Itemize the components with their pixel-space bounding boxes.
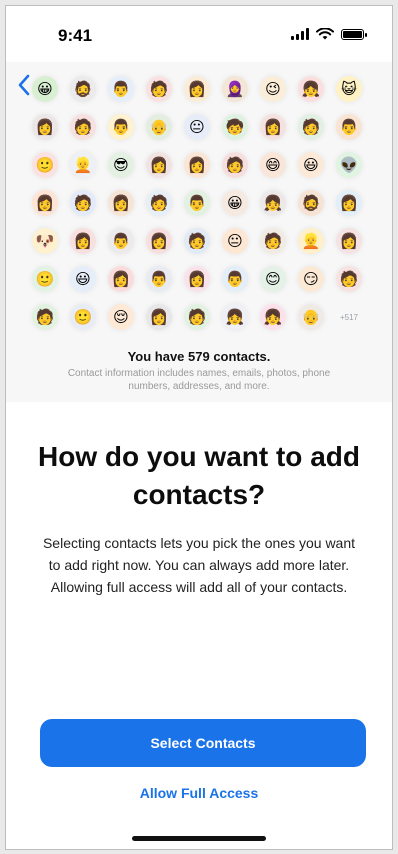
page-description: Selecting contacts lets you pick the one…	[42, 535, 356, 595]
contact-avatar: 🧔	[298, 190, 324, 216]
contact-avatar: 👩	[146, 228, 172, 254]
contacts-info-text: Contact information includes names, emai…	[67, 368, 331, 392]
battery-icon	[341, 28, 367, 40]
contacts-count-label: You have 579 contacts.	[127, 349, 271, 364]
contact-avatar: 👧	[260, 304, 286, 330]
contact-avatar: 👩	[260, 114, 286, 140]
contact-avatar: 🧑	[336, 266, 362, 292]
contact-avatar: 😎	[108, 152, 134, 178]
contact-avatar: 🧑	[222, 152, 248, 178]
contact-avatar: 👨	[222, 266, 248, 292]
contact-avatar: 🙂	[32, 266, 58, 292]
contact-avatar: 👩	[108, 190, 134, 216]
contact-avatar: 👨	[108, 228, 134, 254]
allow-full-access-button[interactable]: Allow Full Access	[6, 785, 392, 801]
contact-avatar: 🧑	[146, 76, 172, 102]
contact-avatar: 👽	[336, 152, 362, 178]
contact-avatar: 👨	[108, 114, 134, 140]
page-title: How do you want to add contacts?	[38, 441, 360, 510]
contact-avatar: 😐	[222, 228, 248, 254]
contact-avatar: 😃	[298, 152, 324, 178]
contact-avatar: 😏	[298, 266, 324, 292]
contact-avatar: 😄	[260, 152, 286, 178]
contacts-header-panel: 😀 🧔 👨 🧑 👩 🧕 😉 👧 😺 👩 🧑 👨 👴 😐 🧒 👩 🧑 👨 🙂 👱 😎 👩 👩 🧑 😄 😃 👽 👩 🧑 👩 🧑 👨 😀 👧 🧔 👩 🐶 👩 👨 👩…	[6, 62, 392, 402]
contact-avatar: 👨	[108, 76, 134, 102]
contact-avatar: 🐶	[32, 228, 58, 254]
contact-avatar: 👴	[298, 304, 324, 330]
wifi-icon	[316, 28, 334, 40]
contact-avatar: 👩	[184, 152, 210, 178]
more-contacts-count: +517	[339, 312, 359, 322]
contact-avatar: 🧑	[146, 190, 172, 216]
contact-avatar: 👧	[260, 190, 286, 216]
contact-avatar: 👩	[32, 114, 58, 140]
contact-avatar: 🧑	[184, 304, 210, 330]
contact-avatar: 👩	[336, 228, 362, 254]
contact-avatar: 👩	[146, 304, 172, 330]
contact-avatar: 👧	[298, 76, 324, 102]
contact-avatar: 😉	[260, 76, 286, 102]
contact-avatar: 🧑	[184, 228, 210, 254]
contact-avatar: 👴	[146, 114, 172, 140]
status-time: 9:41	[58, 26, 93, 45]
status-icons	[291, 28, 367, 40]
contact-avatar: 👩	[146, 152, 172, 178]
contact-avatar: 👩	[32, 190, 58, 216]
contact-avatar: 👨	[184, 190, 210, 216]
contact-avatar: 😐	[184, 114, 210, 140]
contact-avatar: 🧑	[70, 190, 96, 216]
status-bar: 9:41	[6, 6, 392, 62]
contact-avatar: 🧑	[70, 114, 96, 140]
contact-avatar: 👧	[222, 304, 248, 330]
contact-avatar: 👩	[70, 228, 96, 254]
contact-avatar: 🧑	[32, 304, 58, 330]
contact-avatar: 🧒	[222, 114, 248, 140]
contact-avatar: 👨	[336, 114, 362, 140]
phone-screen: 9:41 😀 🧔 👨 🧑 👩 🧕 😉 👧 😺 👩 🧑 👨 👴 😐 🧒 👩 🧑 👨 🙂 👱 😎 👩 👩 🧑 😄 😃 👽 👩 🧑 👩 🧑 👨 😀 👧 🧔…	[5, 5, 393, 850]
contact-avatar: 😊	[260, 266, 286, 292]
contact-avatar: 🧔	[70, 76, 96, 102]
contact-avatar: 🧑	[298, 114, 324, 140]
contact-avatar: 🧕	[222, 76, 248, 102]
home-indicator[interactable]	[132, 836, 266, 841]
contact-avatar: 👩	[108, 266, 134, 292]
contact-avatar: 👱	[70, 152, 96, 178]
contact-avatar: 😀	[32, 76, 58, 102]
select-contacts-button[interactable]: Select Contacts	[40, 719, 366, 767]
contact-avatar: 🧑	[260, 228, 286, 254]
contact-avatar: 👩	[184, 266, 210, 292]
contact-avatar: 🙂	[70, 304, 96, 330]
contact-avatar: 😀	[222, 190, 248, 216]
contact-avatar: 😺	[336, 76, 362, 102]
contact-avatar: 😃	[70, 266, 96, 292]
contact-avatar: 🙂	[32, 152, 58, 178]
contact-avatar: 👩	[336, 190, 362, 216]
contact-avatar-grid: 😀 🧔 👨 🧑 👩 🧕 😉 👧 😺 👩 🧑 👨 👴 😐 🧒 👩 🧑 👨 🙂 👱 😎 👩 👩 🧑 😄 😃 👽 👩 🧑 👩 🧑 👨 😀 👧 🧔 👩 🐶 👩 👨 👩…	[32, 76, 362, 330]
contact-avatar: 😌	[108, 304, 134, 330]
cellular-signal-icon	[291, 28, 309, 40]
contact-avatar: 👱	[298, 228, 324, 254]
contact-avatar: 👩	[184, 76, 210, 102]
contact-avatar: 👨	[146, 266, 172, 292]
